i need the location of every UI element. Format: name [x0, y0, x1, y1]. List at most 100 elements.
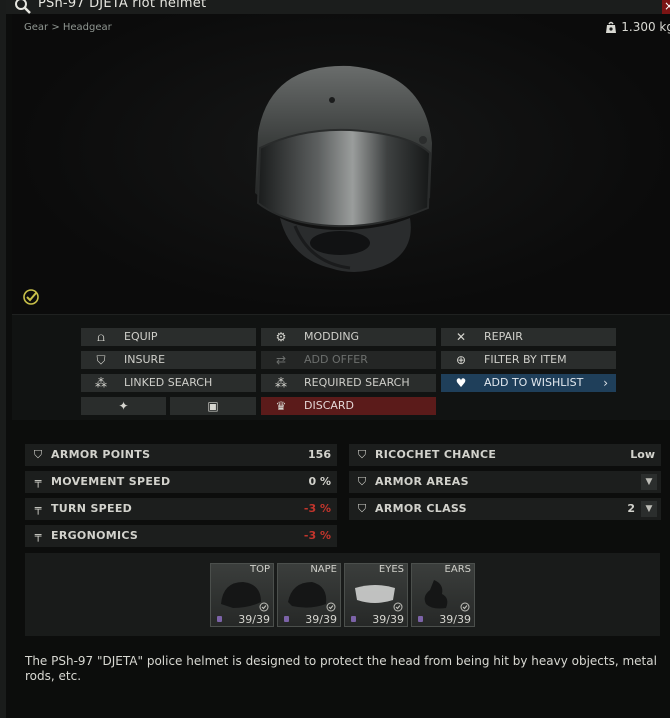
- pin-icon: ✦: [118, 399, 129, 413]
- lock-button[interactable]: ▣: [170, 397, 256, 415]
- discard-label: DISCARD: [304, 399, 355, 412]
- add-offer-button[interactable]: ⇄ ADD OFFER: [261, 351, 436, 369]
- linked-search-button[interactable]: ⁂ LINKED SEARCH: [81, 374, 256, 392]
- pin-button[interactable]: ✦: [81, 397, 166, 415]
- equip-button[interactable]: ⩍ EQUIP: [81, 328, 256, 346]
- armor-slot-nape[interactable]: NAPE 39/39: [277, 563, 341, 627]
- modding-icon: ⚙: [275, 330, 287, 344]
- breadcrumb: Gear > Headgear: [24, 22, 112, 33]
- weight-icon: [606, 21, 617, 33]
- found-in-raid-check-icon: [23, 289, 39, 305]
- stat-armor-class[interactable]: ⛉ ARMOR CLASS 2 ▼: [349, 498, 661, 520]
- repair-label: REPAIR: [484, 330, 523, 343]
- stat-name: ARMOR CLASS: [375, 502, 467, 515]
- check-icon: [326, 602, 336, 612]
- stat-name: ARMOR POINTS: [51, 448, 151, 461]
- shield-icon: ⛉: [357, 475, 367, 488]
- helmet-top-image: [221, 582, 261, 608]
- armor-slot-top[interactable]: TOP 39/39: [210, 563, 274, 627]
- visor-eyes-image: [355, 585, 395, 603]
- repair-icon: ✕: [455, 330, 467, 344]
- stat-value: 2: [627, 502, 635, 515]
- check-icon: [393, 602, 403, 612]
- stat-value: Low: [630, 448, 655, 461]
- slot-name: EARS: [444, 564, 471, 575]
- stat-turn-speed: ╤ TURN SPEED -3 %: [25, 498, 337, 520]
- bolt-icon: ╤: [34, 475, 42, 488]
- filter-by-item-label: FILTER BY ITEM: [484, 353, 567, 366]
- title-bar[interactable]: PSh-97 DJETA riot helmet ×: [6, 0, 670, 14]
- slot-name: EYES: [378, 564, 404, 575]
- shield-icon: ⛉: [96, 353, 106, 367]
- item-description: The PSh-97 "DJETA" police helmet is desi…: [25, 654, 657, 683]
- repair-button[interactable]: ✕ REPAIR: [441, 328, 616, 346]
- chevron-down-icon[interactable]: ▼: [641, 501, 657, 517]
- stat-value: -3 %: [303, 529, 331, 542]
- helmet-image: [255, 65, 432, 272]
- helmet-nape-image: [288, 582, 327, 608]
- add-to-wishlist-button[interactable]: ♥ ADD TO WISHLIST ›: [441, 374, 616, 392]
- stat-armor-areas[interactable]: ⛉ ARMOR AREAS ▼: [349, 471, 661, 493]
- modding-button[interactable]: ⚙ MODDING: [261, 328, 436, 346]
- check-icon: [259, 602, 269, 612]
- required-search-button[interactable]: ⁂ REQUIRED SEARCH: [261, 374, 436, 392]
- stat-name: ERGONOMICS: [51, 529, 139, 542]
- discard-icon: ♛: [275, 399, 287, 413]
- slot-durability: 39/39: [372, 613, 404, 626]
- equip-icon: ⩍: [97, 330, 105, 344]
- chevron-down-icon[interactable]: ▼: [641, 474, 657, 490]
- armor-slots-panel: TOP 39/39 NAPE 39/39 EYES 39/39 EARS 39/…: [25, 553, 660, 636]
- stat-name: MOVEMENT SPEED: [51, 475, 171, 488]
- shield-icon: ⛉: [33, 448, 43, 461]
- insure-label: INSURE: [124, 353, 166, 366]
- action-panel: ⩍ EQUIP ⚙ MODDING ✕ REPAIR ⛉ INSURE ⇄ AD…: [12, 314, 670, 420]
- weight-value: 1.300 kg: [621, 20, 670, 34]
- armor-slot-eyes[interactable]: EYES 39/39: [344, 563, 408, 627]
- shield-icon: ⛉: [357, 502, 367, 515]
- armor-slot-ears[interactable]: EARS 39/39: [411, 563, 475, 627]
- discard-button[interactable]: ♛ DISCARD: [261, 397, 436, 415]
- window-title: PSh-97 DJETA riot helmet: [38, 0, 207, 11]
- add-offer-label: ADD OFFER: [304, 353, 368, 366]
- slot-durability: 39/39: [238, 613, 270, 626]
- durability-pip: [217, 616, 222, 622]
- item-inspect-window: PSh-97 DJETA riot helmet × Gear > Headge…: [0, 0, 670, 718]
- check-icon: [460, 602, 470, 612]
- chevron-right-icon: ›: [603, 376, 608, 390]
- stat-armor-points: ⛉ ARMOR POINTS 156: [25, 444, 337, 466]
- heart-icon: ♥: [455, 376, 467, 390]
- lock-icon: ▣: [207, 399, 219, 413]
- ear-guard-image: [424, 580, 448, 609]
- insure-button[interactable]: ⛉ INSURE: [81, 351, 256, 369]
- durability-pip: [418, 616, 423, 622]
- durability-pip: [284, 616, 289, 622]
- linked-search-icon: ⁂: [95, 376, 107, 390]
- slot-name: TOP: [249, 564, 270, 575]
- durability-pip: [351, 616, 356, 622]
- stat-value: 156: [308, 448, 331, 461]
- required-search-label: REQUIRED SEARCH: [304, 376, 410, 389]
- required-search-icon: ⁂: [275, 376, 287, 390]
- item-preview: Gear > Headgear 1.300 kg: [12, 14, 670, 314]
- stat-movement-speed: ╤ MOVEMENT SPEED 0 %: [25, 471, 337, 493]
- stat-value: 0 %: [308, 475, 331, 488]
- stat-value: -3 %: [303, 502, 331, 515]
- magnifier-plus-icon: ⊕: [455, 353, 467, 367]
- item-weight: 1.300 kg: [605, 20, 670, 34]
- add-to-wishlist-label: ADD TO WISHLIST: [484, 376, 584, 389]
- stat-name: RICOCHET CHANCE: [375, 448, 497, 461]
- linked-search-label: LINKED SEARCH: [124, 376, 213, 389]
- stat-ergonomics: ╤ ERGONOMICS -3 %: [25, 525, 337, 547]
- close-button[interactable]: ×: [662, 0, 670, 14]
- bolt-icon: ╤: [34, 502, 42, 515]
- filter-by-item-button[interactable]: ⊕ FILTER BY ITEM: [441, 351, 616, 369]
- search-icon: [15, 0, 31, 14]
- add-offer-icon: ⇄: [275, 353, 287, 367]
- slot-name: NAPE: [310, 564, 337, 575]
- slot-durability: 39/39: [305, 613, 337, 626]
- stat-name: TURN SPEED: [51, 502, 133, 515]
- stat-ricochet-chance: ⛉ RICOCHET CHANCE Low: [349, 444, 661, 466]
- shield-icon: ⛉: [357, 448, 367, 461]
- bolt-icon: ╤: [34, 529, 42, 542]
- stat-name: ARMOR AREAS: [375, 475, 469, 488]
